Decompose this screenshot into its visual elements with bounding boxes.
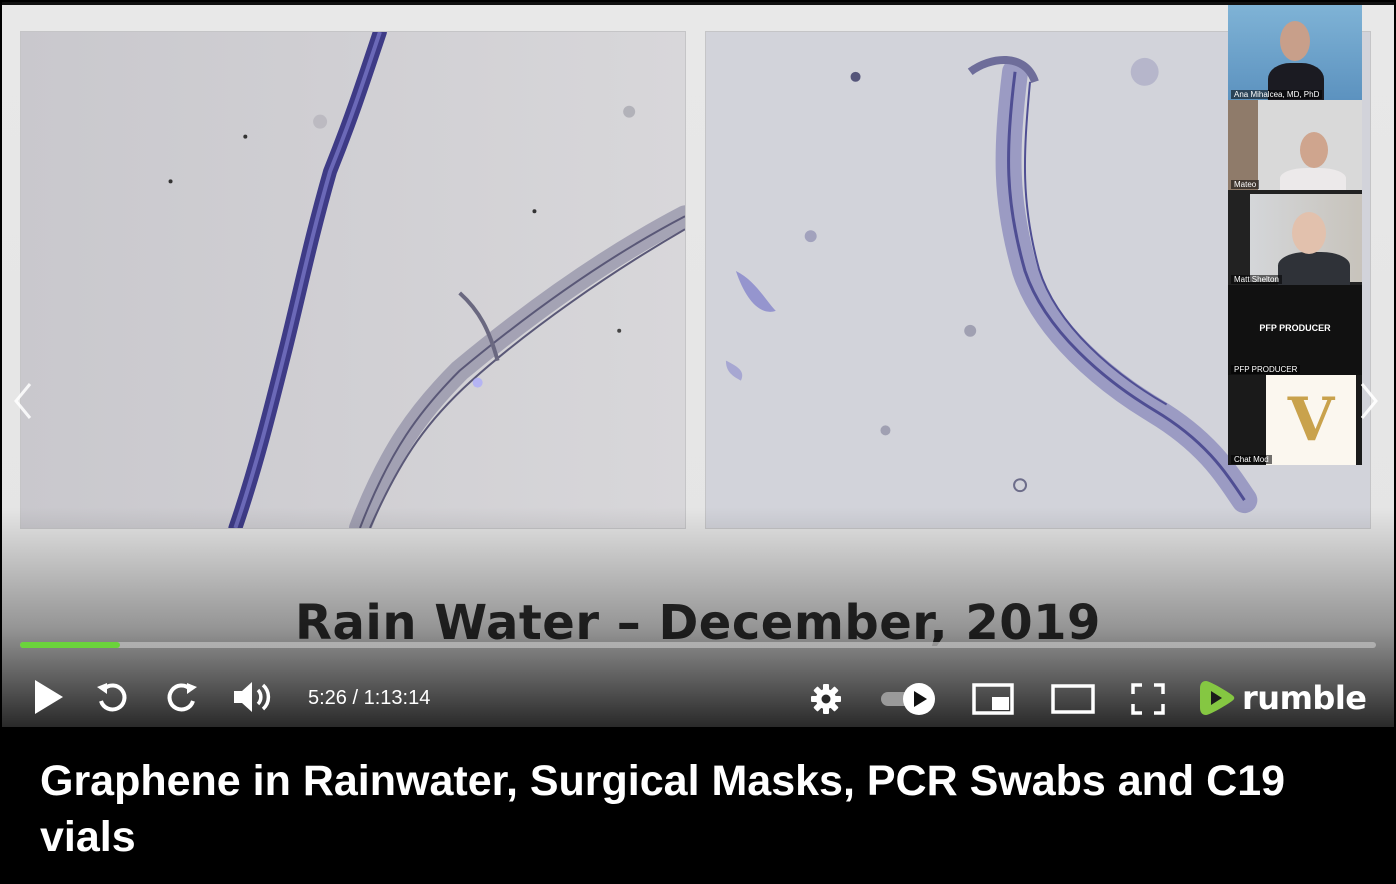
participant-name: Matt Shelton: [1231, 275, 1282, 284]
participant-avatar: V: [1266, 375, 1356, 465]
rumble-logo[interactable]: rumble: [1198, 677, 1367, 719]
participant-name: Mateo: [1231, 180, 1260, 189]
theater-mode-button[interactable]: [1050, 681, 1096, 717]
video-info: Graphene in Rainwater, Surgical Masks, P…: [0, 727, 1396, 884]
pip-button[interactable]: [970, 681, 1016, 717]
participant-name: Ana Mihalcea, MD, PhD: [1231, 90, 1323, 99]
autoplay-toggle-icon: [881, 683, 935, 715]
play-icon: [35, 680, 63, 714]
rumble-logo-icon: [1200, 681, 1235, 715]
participant-name: PFP PRODUCER: [1231, 365, 1301, 374]
microscope-image-left: [20, 31, 686, 529]
volume-button[interactable]: [230, 677, 276, 717]
participant-face: [1292, 212, 1326, 254]
play-button[interactable]: [28, 677, 68, 717]
participant-avatar: [1280, 168, 1346, 190]
participant-column: Ana Mihalcea, MD, PhD Mateo Matt Shelton…: [1228, 5, 1362, 465]
avatar-letter: V: [1287, 385, 1335, 455]
forward-icon: [167, 683, 197, 712]
player-controls: 5:26 / 1:13:14 rumble: [2, 667, 1394, 727]
gear-icon: [811, 684, 841, 714]
time-display: 5:26 / 1:13:14: [308, 687, 431, 709]
next-slide-button[interactable]: [1354, 377, 1384, 425]
picture-in-picture-icon: [972, 683, 1014, 715]
theater-mode-icon: [1051, 684, 1095, 714]
volume-icon: [234, 682, 271, 712]
participant-tile: Matt Shelton: [1228, 190, 1362, 285]
progress-fill: [20, 642, 121, 648]
participant-face: [1300, 132, 1328, 168]
participant-tile: Ana Mihalcea, MD, PhD: [1228, 5, 1362, 100]
chevron-left-icon: [14, 383, 32, 419]
progress-bar[interactable]: [20, 642, 1376, 648]
participant-tile: V Chat Mod: [1228, 375, 1362, 465]
chevron-right-icon: [1360, 383, 1378, 419]
prev-slide-button[interactable]: [8, 377, 38, 425]
autoplay-toggle[interactable]: [878, 681, 940, 717]
participant-face: [1280, 21, 1310, 61]
settings-button[interactable]: [808, 681, 844, 717]
participant-placeholder-text: PFP PRODUCER: [1259, 323, 1331, 333]
video-title: Graphene in Rainwater, Surgical Masks, P…: [40, 757, 1286, 861]
fullscreen-icon: [1131, 683, 1165, 715]
video-player[interactable]: Ana Mihalcea, MD, PhD Mateo Matt Shelton…: [2, 2, 1394, 727]
rumble-wordmark: rumble: [1242, 679, 1367, 717]
participant-tile: PFP PRODUCER PFP PRODUCER: [1228, 285, 1362, 375]
participant-tile: Mateo: [1228, 100, 1362, 190]
participant-name: Chat Mod: [1231, 455, 1272, 464]
participant-avatar: [1278, 252, 1350, 285]
rewind-button[interactable]: [92, 679, 130, 717]
rewind-icon: [97, 683, 127, 712]
fullscreen-button[interactable]: [1128, 681, 1168, 717]
forward-button[interactable]: [164, 679, 202, 717]
